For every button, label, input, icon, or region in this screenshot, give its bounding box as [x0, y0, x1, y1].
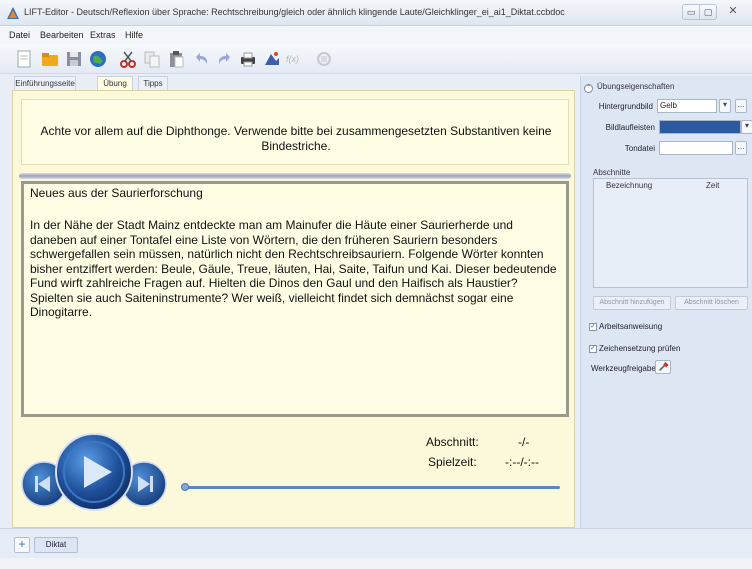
save-icon[interactable]	[64, 49, 84, 69]
image-icon[interactable]	[262, 49, 282, 69]
column-header-time: Zeit	[706, 181, 720, 190]
chevron-down-icon[interactable]: ▾	[719, 99, 731, 113]
window-title: LIFT-Editor - Deutsch/Reflexion über Spr…	[24, 7, 565, 17]
column-header-name: Bezeichnung	[606, 181, 653, 190]
toolbar: f(x)	[0, 44, 752, 74]
instruction-box[interactable]: Achte vor allem auf die Diphthonge. Verw…	[21, 99, 569, 165]
page-bar: + Diktat	[0, 528, 752, 558]
playback-progress-knob[interactable]	[181, 483, 189, 491]
menu-extras[interactable]: Extras	[90, 30, 116, 40]
background-browse-button[interactable]: ...	[735, 99, 747, 113]
sound-file-browse-button[interactable]: ...	[735, 141, 747, 155]
close-button[interactable]: ✕	[722, 4, 744, 20]
open-folder-icon[interactable]	[40, 49, 60, 69]
section-value: -/-	[518, 435, 530, 449]
text-body: In der Nähe der Stadt Mainz entdeckte ma…	[30, 218, 557, 319]
splitter-handle[interactable]	[19, 173, 571, 179]
punctuation-checkbox-label: Zeichensetzung prüfen	[599, 344, 681, 353]
background-image-label: Hintergrundbild	[598, 102, 653, 111]
tab-uebung[interactable]: Übung	[97, 76, 133, 90]
audio-player	[21, 433, 167, 511]
new-document-icon[interactable]	[14, 49, 34, 69]
background-image-select[interactable]: Gelb	[657, 99, 717, 113]
sound-file-label: Tondatei	[624, 144, 655, 153]
title-bar: LIFT-Editor - Deutsch/Reflexion über Spr…	[0, 0, 752, 26]
sections-list[interactable]: Bezeichnung Zeit	[593, 178, 748, 288]
tab-einfuehrungsseite[interactable]: Einführungsseite	[14, 76, 76, 90]
copy-icon[interactable]	[142, 49, 162, 69]
link-icon[interactable]	[314, 49, 334, 69]
check-icon[interactable]: ✓	[589, 322, 597, 331]
chevron-down-icon[interactable]: ▾	[741, 120, 752, 134]
menu-hilfe[interactable]: Hilfe	[125, 30, 143, 40]
instruction-text: Achte vor allem auf die Diphthonge. Verw…	[40, 124, 552, 153]
scrollbar-color-label: Bildlaufleisten	[605, 123, 655, 132]
maximize-button[interactable]: ▢	[699, 4, 717, 20]
tool-release-label: Werkzeugfreigabe	[591, 364, 656, 373]
tool-release-icon[interactable]	[655, 360, 671, 374]
menu-bar: Datei Bearbeiten Extras Hilfe	[0, 26, 752, 44]
undo-icon[interactable]	[192, 49, 212, 69]
menu-datei[interactable]: Datei	[9, 30, 30, 40]
collapse-properties-icon[interactable]: ⌃	[584, 84, 593, 93]
play-button[interactable]	[55, 433, 133, 511]
check-icon[interactable]: ✓	[589, 344, 597, 353]
app-logo-icon	[7, 7, 19, 19]
page-tab-diktat[interactable]: Diktat	[34, 537, 78, 553]
section-label: Abschnitt:	[426, 435, 479, 449]
playback-progress-bar[interactable]	[184, 486, 560, 489]
properties-panel: ⌃ Übungseigenschaften Hintergrundbild Ge…	[580, 76, 752, 528]
instruction-checkbox-row[interactable]: ✓ Arbeitsanweisung	[589, 322, 662, 331]
menu-bearbeiten[interactable]: Bearbeiten	[40, 30, 84, 40]
print-icon[interactable]	[238, 49, 258, 69]
tab-tipps[interactable]: Tipps	[138, 76, 168, 90]
sections-label: Abschnitte	[593, 168, 631, 177]
redo-icon[interactable]	[214, 49, 234, 69]
minimize-button[interactable]: ▭	[682, 4, 700, 20]
punctuation-checkbox-row[interactable]: ✓ Zeichensetzung prüfen	[589, 344, 680, 353]
delete-section-button[interactable]: Abschnitt löschen	[675, 296, 748, 310]
sound-file-input[interactable]	[659, 141, 733, 155]
text-title: Neues aus der Saurierforschung	[30, 186, 203, 200]
formula-icon[interactable]: f(x)	[286, 49, 306, 69]
scrollbar-color-select[interactable]	[659, 120, 741, 134]
cut-icon[interactable]	[118, 49, 138, 69]
properties-header: Übungseigenschaften	[597, 82, 675, 91]
playtime-label: Spielzeit:	[428, 455, 477, 469]
add-section-button[interactable]: Abschnitt hinzufügen	[593, 296, 671, 310]
status-bar	[0, 558, 752, 569]
playtime-value: -:--/-:--	[505, 455, 539, 469]
globe-icon[interactable]	[88, 49, 108, 69]
add-page-button[interactable]: +	[14, 537, 30, 553]
paste-icon[interactable]	[166, 49, 186, 69]
instruction-checkbox-label: Arbeitsanweisung	[599, 322, 663, 331]
dictation-text-box[interactable]: Neues aus der Saurierforschung In der Nä…	[21, 181, 569, 417]
